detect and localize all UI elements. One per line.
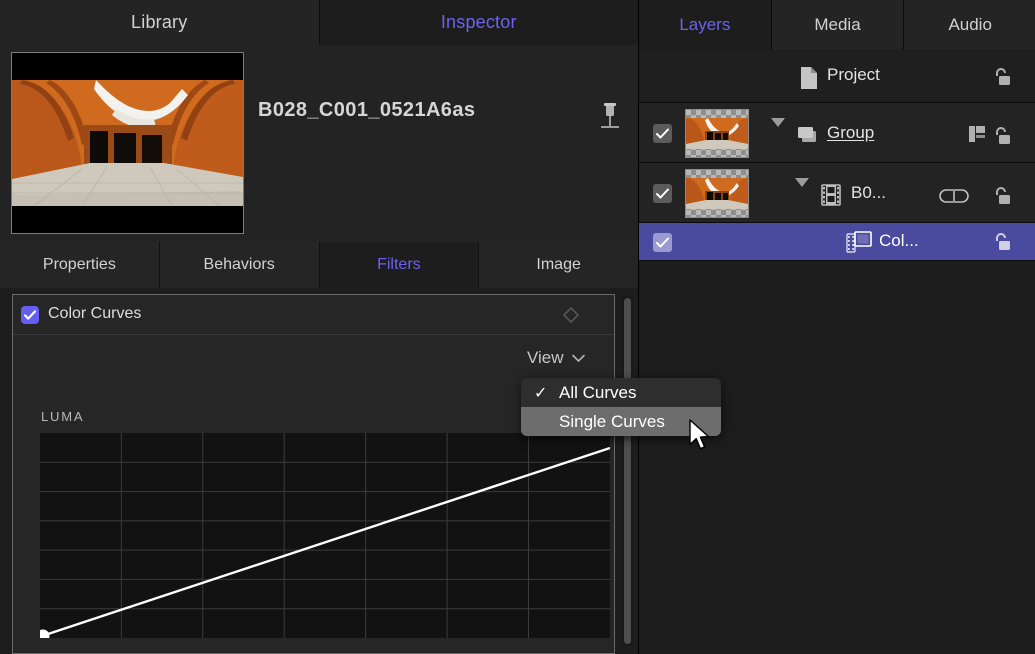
layer-row-group[interactable]: Group	[639, 103, 1035, 163]
layer-visibility-checkbox[interactable]	[653, 124, 672, 143]
layer-row-clip[interactable]: B0...	[639, 163, 1035, 223]
film-strip-icon	[821, 184, 841, 211]
layer-label-group[interactable]: Group	[827, 123, 874, 143]
tab-library[interactable]: Library	[0, 0, 320, 45]
view-dropdown-button[interactable]: View	[527, 343, 586, 373]
view-control-row: View	[13, 343, 614, 379]
filter-header: Color Curves	[13, 295, 614, 335]
document-icon	[799, 66, 819, 95]
triangle-down-icon[interactable]	[771, 127, 785, 141]
tab-layers[interactable]: Layers	[639, 0, 772, 50]
checkmark-icon: ✓	[534, 383, 547, 403]
layer-row-filter[interactable]: Col...	[639, 223, 1035, 261]
layer-row-project[interactable]: Project	[639, 51, 1035, 103]
group-layers-icon	[796, 125, 820, 150]
tab-image[interactable]: Image	[479, 242, 638, 288]
inspector-top-tabbar: Library Inspector	[0, 0, 638, 45]
view-label: View	[527, 348, 564, 368]
chevron-down-icon	[571, 353, 586, 363]
layer-thumbnail	[685, 169, 749, 218]
luma-curve-graph[interactable]	[40, 433, 610, 638]
filter-enable-checkbox[interactable]	[21, 306, 39, 324]
layer-thumbnail-image	[686, 118, 748, 149]
layer-thumbnail-image	[686, 178, 748, 209]
unlock-icon[interactable]	[991, 231, 1013, 258]
tab-audio[interactable]: Audio	[904, 0, 1035, 50]
filters-scrollbar[interactable]	[622, 296, 633, 646]
layer-thumbnail	[685, 109, 749, 158]
clip-thumbnail[interactable]	[11, 52, 244, 234]
menu-item-label: Single Curves	[559, 412, 665, 432]
luma-channel-label: LUMA	[41, 409, 84, 424]
inspector-sub-tabbar: Properties Behaviors Filters Image	[0, 242, 638, 288]
tab-media[interactable]: Media	[772, 0, 905, 50]
filters-content: Color Curves View LUMA	[0, 288, 638, 654]
unlock-icon[interactable]	[991, 125, 1013, 152]
menu-item-all-curves[interactable]: ✓ All Curves	[521, 378, 721, 407]
filter-name-label: Color Curves	[48, 305, 141, 323]
color-curves-filter-card: Color Curves View LUMA	[12, 294, 615, 654]
tab-properties[interactable]: Properties	[0, 242, 160, 288]
unlock-icon[interactable]	[991, 185, 1013, 212]
layer-visibility-checkbox[interactable]	[653, 184, 672, 203]
unlock-icon[interactable]	[991, 66, 1013, 93]
menu-item-label: All Curves	[559, 383, 636, 403]
filter-film-icon	[846, 231, 872, 258]
inspector-pane: Library Inspector	[0, 0, 638, 654]
tab-behaviors[interactable]: Behaviors	[160, 242, 320, 288]
link-chain-icon[interactable]	[939, 189, 969, 208]
filters-scrollbar-thumb[interactable]	[624, 298, 631, 644]
inspector-header: B028_C001_0521A6as	[0, 45, 638, 238]
triangle-down-icon[interactable]	[795, 187, 809, 201]
curve-graph-canvas[interactable]	[40, 433, 610, 638]
layers-pane: Layers Media Audio Project	[638, 0, 1035, 654]
tab-inspector[interactable]: Inspector	[320, 0, 639, 45]
tab-filters[interactable]: Filters	[320, 242, 480, 288]
layers-tabbar: Layers Media Audio	[639, 0, 1035, 50]
layer-visibility-checkbox[interactable]	[653, 233, 672, 252]
pushpin-icon[interactable]	[595, 100, 625, 134]
keyframe-diamond-icon[interactable]	[562, 306, 580, 324]
arrow-cursor	[688, 419, 714, 458]
layers-list: Project	[639, 51, 1035, 654]
layer-label-filter[interactable]: Col...	[879, 231, 919, 251]
thumbnail-image	[12, 53, 243, 233]
clip-name-label: B028_C001_0521A6as	[258, 99, 475, 122]
layer-label-project: Project	[827, 65, 880, 85]
layer-label-clip[interactable]: B0...	[851, 183, 886, 203]
mask-icon[interactable]	[967, 125, 987, 148]
